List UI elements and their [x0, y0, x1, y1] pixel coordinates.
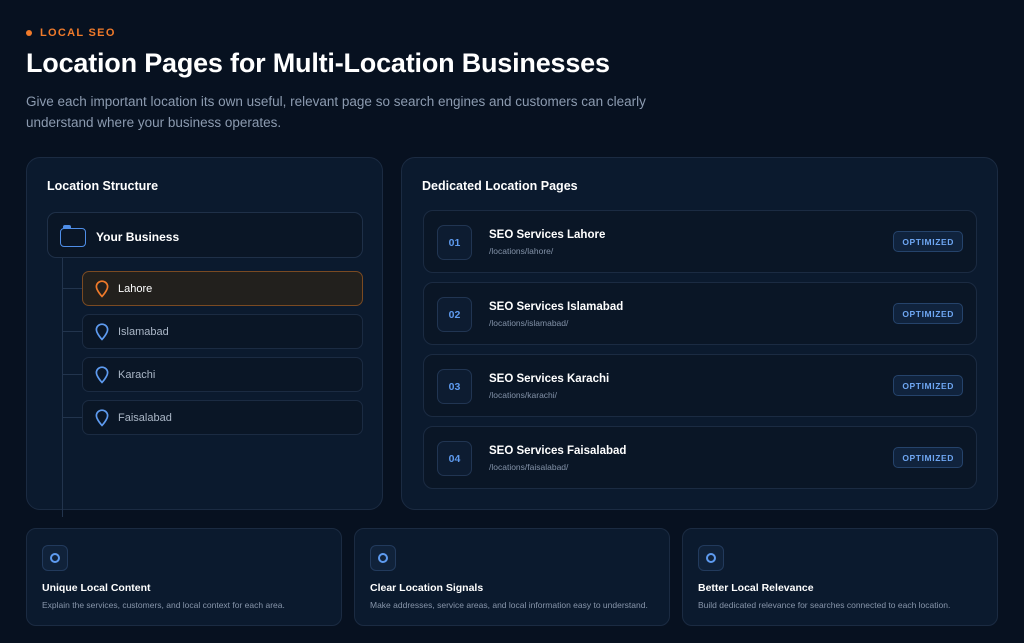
page-row-faisalabad[interactable]: 04 SEO Services Faisalabad /locations/fa…	[423, 426, 977, 489]
row-title: SEO Services Faisalabad	[489, 445, 627, 457]
feature-card-local-relevance: Better Local Relevance Build dedicated r…	[682, 528, 998, 626]
feature-title: Better Local Relevance	[698, 582, 814, 594]
tree-connector	[62, 258, 63, 517]
feature-description: Build dedicated relevance for searches c…	[698, 600, 951, 610]
row-path: /locations/islamabad/	[489, 318, 569, 328]
tree-branch	[62, 288, 82, 289]
row-path: /locations/karachi/	[489, 390, 558, 400]
location-label: Lahore	[118, 282, 153, 295]
folder-icon	[60, 225, 86, 247]
status-badge: OPTIMIZED	[893, 447, 963, 468]
location-structure-card: Location Structure Your Business Lahore …	[26, 157, 383, 517]
structure-title: Location Structure	[47, 179, 159, 193]
map-pin-icon	[95, 365, 109, 384]
location-label: Islamabad	[118, 325, 169, 338]
page-title: Location Pages for Multi-Location Busine…	[26, 48, 610, 78]
page-row-lahore[interactable]: 01 SEO Services Lahore /locations/lahore…	[423, 210, 977, 273]
row-path: /locations/lahore/	[489, 246, 554, 256]
row-number-badge: 04	[437, 441, 472, 476]
circle-icon	[42, 545, 68, 571]
section-eyebrow: LOCAL SEO	[26, 27, 116, 39]
root-business-node[interactable]: Your Business	[47, 212, 363, 258]
row-title: SEO Services Karachi	[489, 373, 610, 385]
feature-card-location-signals: Clear Location Signals Make addresses, s…	[354, 528, 670, 626]
location-item-islamabad[interactable]: Islamabad	[82, 314, 363, 349]
page-row-islamabad[interactable]: 02 SEO Services Islamabad /locations/isl…	[423, 282, 977, 345]
map-pin-icon	[95, 279, 109, 298]
location-item-lahore[interactable]: Lahore	[82, 271, 363, 306]
root-business-label: Your Business	[96, 229, 180, 244]
circle-icon	[698, 545, 724, 571]
location-item-karachi[interactable]: Karachi	[82, 357, 363, 392]
eyebrow-label: LOCAL SEO	[40, 27, 116, 39]
row-number-badge: 01	[437, 225, 472, 260]
page-row-karachi[interactable]: 03 SEO Services Karachi /locations/karac…	[423, 354, 977, 417]
row-number-badge: 02	[437, 297, 472, 332]
location-label: Karachi	[118, 368, 156, 381]
tree-branch	[62, 331, 82, 332]
tree-branch	[62, 417, 82, 418]
row-title: SEO Services Islamabad	[489, 301, 624, 313]
feature-description: Make addresses, service areas, and local…	[370, 600, 648, 610]
status-badge: OPTIMIZED	[893, 231, 963, 252]
feature-card-unique-content: Unique Local Content Explain the service…	[26, 528, 342, 626]
row-title: SEO Services Lahore	[489, 229, 606, 241]
status-badge: OPTIMIZED	[893, 303, 963, 324]
pages-title: Dedicated Location Pages	[422, 179, 578, 193]
location-label: Faisalabad	[118, 411, 172, 424]
tree-branch	[62, 374, 82, 375]
map-pin-icon	[95, 408, 109, 427]
row-path: /locations/faisalabad/	[489, 462, 569, 472]
status-badge: OPTIMIZED	[893, 375, 963, 396]
page-subtitle: Give each important location its own use…	[26, 94, 646, 130]
map-pin-icon	[95, 322, 109, 341]
dedicated-pages-card: Dedicated Location Pages 01 SEO Services…	[401, 157, 998, 510]
circle-icon	[370, 545, 396, 571]
feature-description: Explain the services, customers, and loc…	[42, 600, 285, 610]
location-item-faisalabad[interactable]: Faisalabad	[82, 400, 363, 435]
dot-icon	[26, 30, 32, 36]
feature-title: Unique Local Content	[42, 582, 151, 594]
feature-title: Clear Location Signals	[370, 582, 484, 594]
page: LOCAL SEO Location Pages for Multi-Locat…	[0, 0, 1024, 643]
row-number-badge: 03	[437, 369, 472, 404]
